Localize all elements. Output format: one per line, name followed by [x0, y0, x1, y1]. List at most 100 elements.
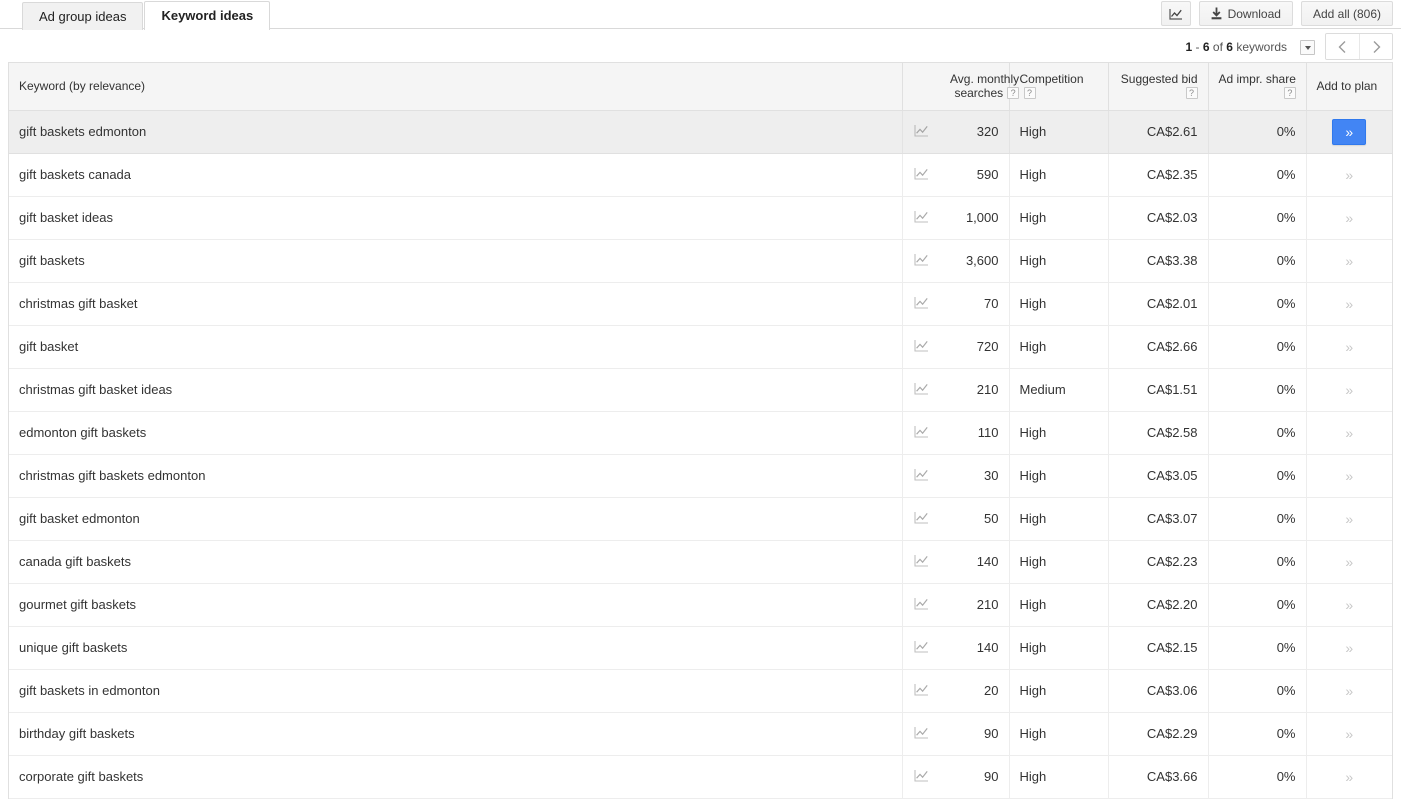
cell-sparkline[interactable]	[901, 110, 940, 154]
cell-sparkline[interactable]	[901, 411, 940, 455]
cell-sparkline[interactable]	[901, 497, 940, 541]
table-row[interactable]: gift baskets canada 590 High CA$2.35 0% …	[9, 153, 1392, 197]
cell-add-to-plan[interactable]: »	[1305, 712, 1392, 756]
table-row[interactable]: christmas gift baskets edmonton 30 High …	[9, 454, 1392, 498]
table-row[interactable]: christmas gift basket 70 High CA$2.01 0%…	[9, 282, 1392, 326]
cell-sparkline[interactable]	[901, 196, 940, 240]
cell-keyword[interactable]: gift baskets canada	[9, 153, 902, 197]
cell-add-to-plan[interactable]: »	[1305, 110, 1392, 154]
cell-add-to-plan[interactable]: »	[1305, 626, 1392, 670]
chart-toggle-button[interactable]	[1160, 1, 1191, 26]
cell-keyword[interactable]: unique gift baskets	[9, 626, 902, 670]
line-chart-icon[interactable]	[914, 769, 929, 782]
cell-add-to-plan[interactable]: »	[1305, 583, 1392, 627]
cell-add-to-plan[interactable]: »	[1305, 153, 1392, 197]
add-to-plan-button[interactable]: »	[1332, 162, 1366, 188]
add-to-plan-button[interactable]: »	[1332, 205, 1366, 231]
line-chart-icon[interactable]	[914, 339, 929, 352]
add-to-plan-button[interactable]: »	[1332, 334, 1366, 360]
cell-sparkline[interactable]	[901, 282, 940, 326]
cell-add-to-plan[interactable]: »	[1305, 669, 1392, 713]
cell-sparkline[interactable]	[901, 454, 940, 498]
column-header-avg-monthly-searches[interactable]: Avg. monthly searches?	[940, 63, 1020, 111]
cell-sparkline[interactable]	[901, 626, 940, 670]
column-header-ad-impr-share[interactable]: Ad impr. share ?	[1207, 63, 1306, 111]
cell-sparkline[interactable]	[901, 755, 940, 799]
help-icon-avg-monthly-searches[interactable]: ?	[1007, 87, 1020, 100]
cell-keyword[interactable]: gift basket ideas	[9, 196, 902, 240]
help-icon-ad-impr-share[interactable]: ?	[1283, 87, 1296, 100]
pagination-next-button[interactable]	[1359, 34, 1392, 59]
line-chart-icon[interactable]	[914, 124, 929, 137]
cell-sparkline[interactable]	[901, 153, 940, 197]
table-row[interactable]: corporate gift baskets 90 High CA$3.66 0…	[9, 755, 1392, 799]
help-icon-suggested-bid[interactable]: ?	[1185, 87, 1198, 100]
cell-keyword[interactable]: corporate gift baskets	[9, 755, 902, 799]
add-to-plan-button[interactable]: »	[1332, 764, 1366, 790]
cell-add-to-plan[interactable]: »	[1305, 368, 1392, 412]
add-to-plan-button[interactable]: »	[1332, 377, 1366, 403]
cell-add-to-plan[interactable]: »	[1305, 755, 1392, 799]
pagination-prev-button[interactable]	[1326, 34, 1359, 59]
add-to-plan-button[interactable]: »	[1332, 506, 1366, 532]
add-to-plan-button[interactable]: »	[1332, 248, 1366, 274]
add-to-plan-button[interactable]: »	[1332, 592, 1366, 618]
tab-ad-group-ideas[interactable]: Ad group ideas	[22, 2, 144, 30]
add-to-plan-button[interactable]: »	[1332, 549, 1366, 575]
cell-keyword[interactable]: christmas gift basket ideas	[9, 368, 902, 412]
cell-keyword[interactable]: christmas gift basket	[9, 282, 902, 326]
help-icon-competition[interactable]: ?	[1023, 87, 1036, 100]
cell-add-to-plan[interactable]: »	[1305, 497, 1392, 541]
cell-sparkline[interactable]	[901, 239, 940, 283]
cell-sparkline[interactable]	[901, 712, 940, 756]
cell-keyword[interactable]: gift basket	[9, 325, 902, 369]
cell-add-to-plan[interactable]: »	[1305, 411, 1392, 455]
add-to-plan-button[interactable]: »	[1332, 118, 1367, 145]
cell-keyword[interactable]: gift basket edmonton	[9, 497, 902, 541]
cell-sparkline[interactable]	[901, 669, 940, 713]
add-to-plan-button[interactable]: »	[1332, 721, 1366, 747]
cell-keyword[interactable]: christmas gift baskets edmonton	[9, 454, 902, 498]
cell-add-to-plan[interactable]: »	[1305, 540, 1392, 584]
column-header-competition[interactable]: Competition?	[1008, 63, 1108, 111]
cell-keyword[interactable]: gift baskets	[9, 239, 902, 283]
table-row[interactable]: gift baskets in edmonton 20 High CA$3.06…	[9, 669, 1392, 713]
cell-keyword[interactable]: canada gift baskets	[9, 540, 902, 584]
cell-keyword[interactable]: birthday gift baskets	[9, 712, 902, 756]
line-chart-icon[interactable]	[914, 382, 929, 395]
line-chart-icon[interactable]	[914, 726, 929, 739]
column-header-keyword[interactable]: Keyword (by relevance)	[9, 63, 902, 111]
line-chart-icon[interactable]	[914, 253, 929, 266]
table-row[interactable]: gift basket ideas 1,000 High CA$2.03 0% …	[9, 196, 1392, 240]
cell-add-to-plan[interactable]: »	[1305, 239, 1392, 283]
tab-keyword-ideas[interactable]: Keyword ideas	[144, 1, 271, 30]
table-row[interactable]: gift baskets edmonton 320 High CA$2.61 0…	[9, 110, 1392, 154]
cell-add-to-plan[interactable]: »	[1305, 325, 1392, 369]
column-header-suggested-bid[interactable]: Suggested bid ?	[1107, 63, 1208, 111]
table-row[interactable]: gift basket 720 High CA$2.66 0% »	[9, 325, 1392, 369]
add-to-plan-button[interactable]: »	[1332, 635, 1366, 661]
line-chart-icon[interactable]	[914, 167, 929, 180]
cell-sparkline[interactable]	[901, 325, 940, 369]
table-row[interactable]: birthday gift baskets 90 High CA$2.29 0%…	[9, 712, 1392, 756]
download-button[interactable]: Download	[1198, 1, 1293, 26]
line-chart-icon[interactable]	[914, 683, 929, 696]
cell-add-to-plan[interactable]: »	[1305, 196, 1392, 240]
cell-keyword[interactable]: edmonton gift baskets	[9, 411, 902, 455]
cell-sparkline[interactable]	[901, 368, 940, 412]
cell-sparkline[interactable]	[901, 540, 940, 584]
table-row[interactable]: christmas gift basket ideas 210 Medium C…	[9, 368, 1392, 412]
cell-add-to-plan[interactable]: »	[1305, 454, 1392, 498]
line-chart-icon[interactable]	[914, 296, 929, 309]
add-all-button[interactable]: Add all (806)	[1300, 1, 1393, 26]
table-row[interactable]: canada gift baskets 140 High CA$2.23 0% …	[9, 540, 1392, 584]
table-row[interactable]: gift baskets 3,600 High CA$3.38 0% »	[9, 239, 1392, 283]
line-chart-icon[interactable]	[914, 511, 929, 524]
table-row[interactable]: gift basket edmonton 50 High CA$3.07 0% …	[9, 497, 1392, 541]
table-row[interactable]: gourmet gift baskets 210 High CA$2.20 0%…	[9, 583, 1392, 627]
add-to-plan-button[interactable]: »	[1332, 420, 1366, 446]
line-chart-icon[interactable]	[914, 554, 929, 567]
table-row[interactable]: edmonton gift baskets 110 High CA$2.58 0…	[9, 411, 1392, 455]
cell-keyword[interactable]: gift baskets edmonton	[9, 110, 902, 154]
cell-add-to-plan[interactable]: »	[1305, 282, 1392, 326]
